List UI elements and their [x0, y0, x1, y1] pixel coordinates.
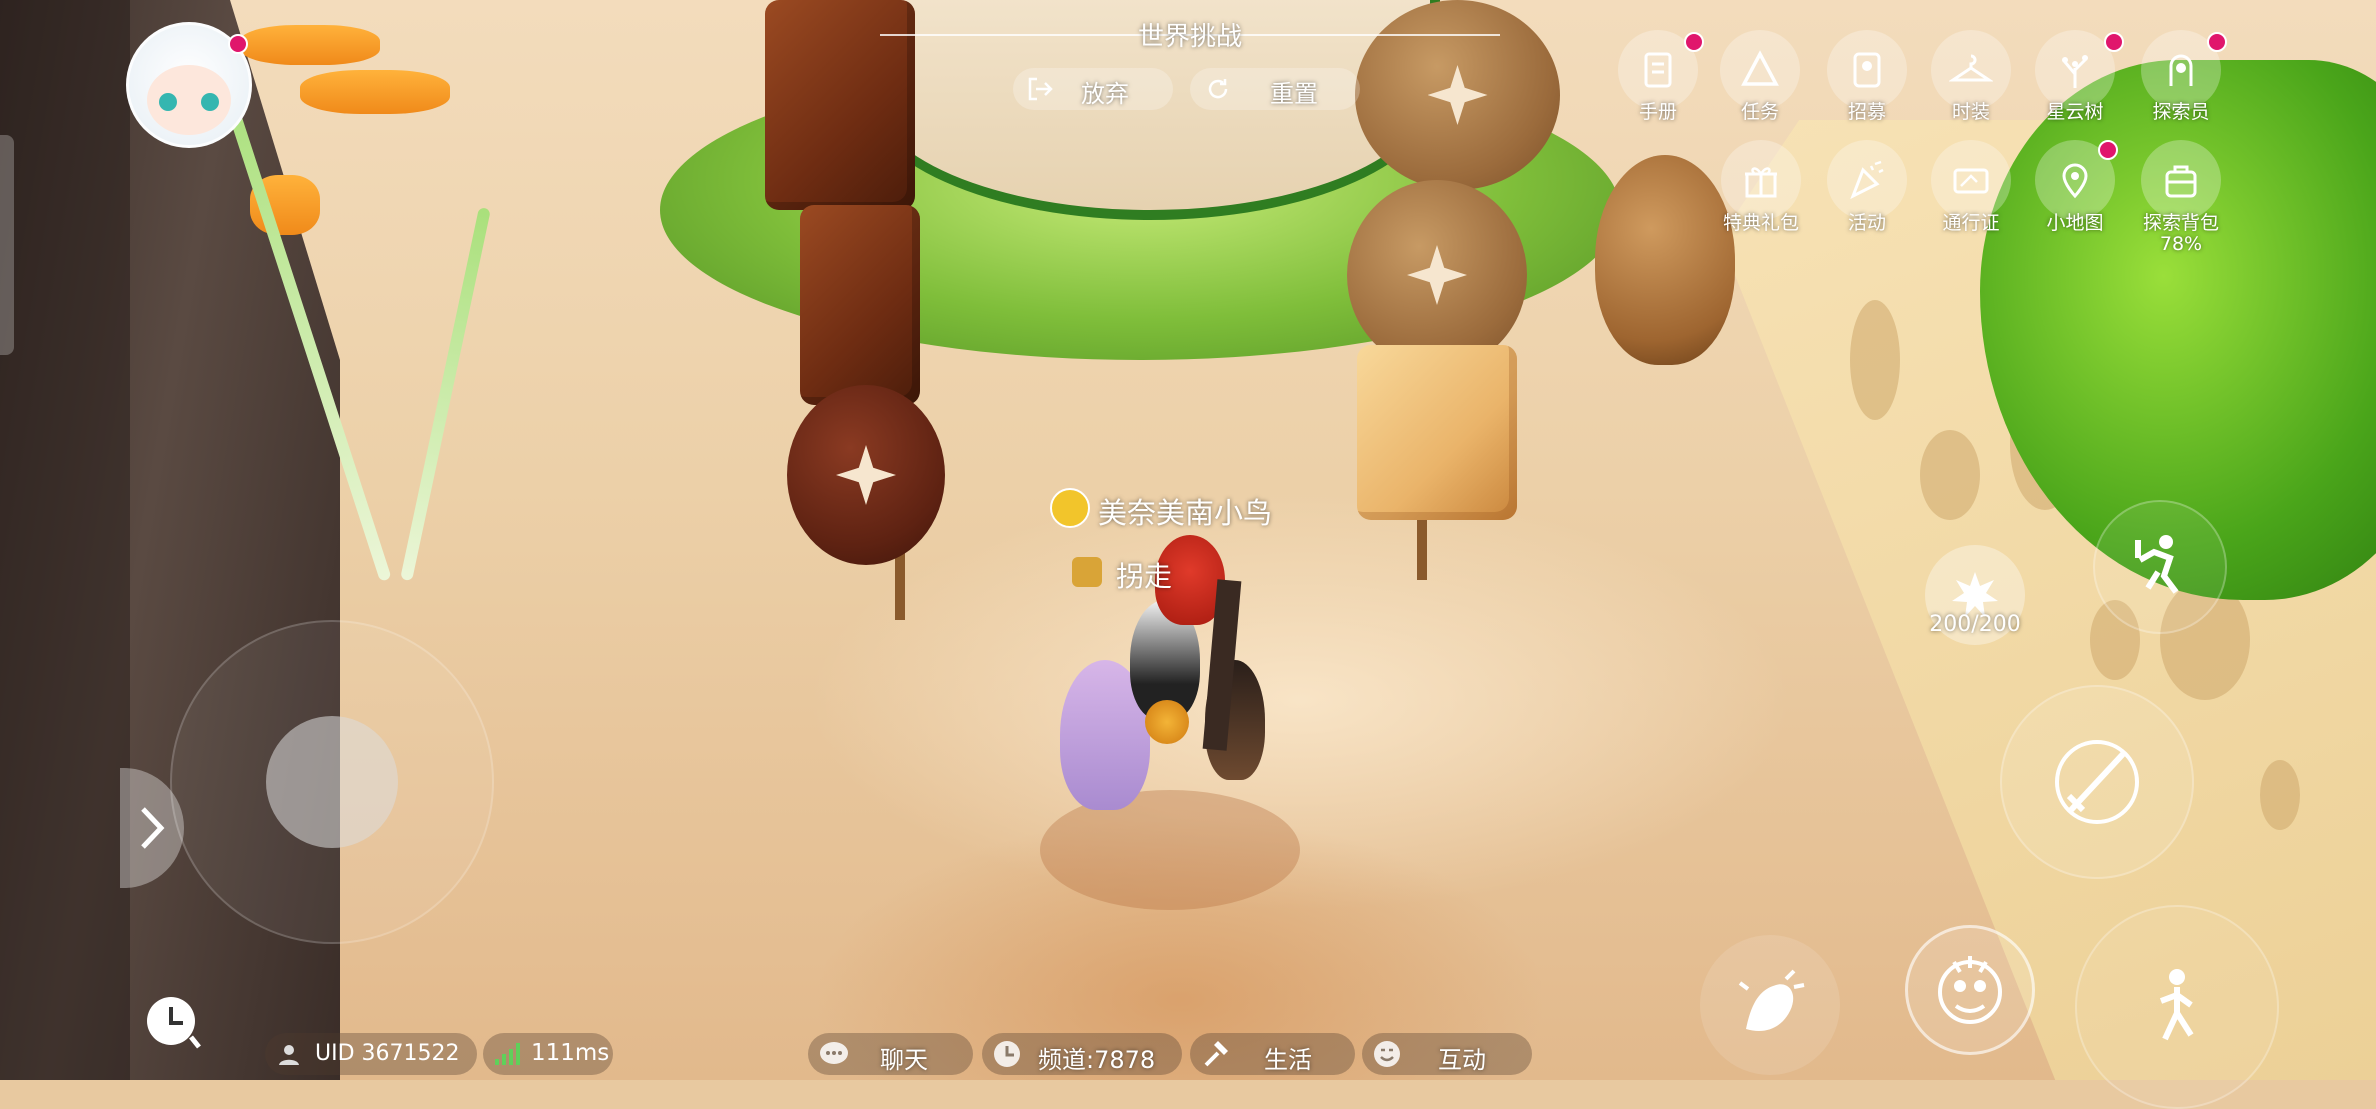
cheese-hole: [2260, 760, 2300, 830]
player-title: 拐走: [1116, 560, 1173, 593]
exit-icon: [1028, 77, 1053, 101]
chat-label: 聊天: [880, 1046, 928, 1074]
skill-button-1[interactable]: [1700, 935, 1840, 1075]
hammer-icon: [1204, 1041, 1228, 1067]
challenge-title: 世界挑战: [1137, 22, 1242, 52]
avatar-eye: [159, 93, 177, 111]
clock-icon: [994, 1041, 1020, 1067]
book-icon: [1644, 52, 1672, 88]
ping-text: 111ms: [531, 1040, 610, 1066]
side-drawer-handle[interactable]: [0, 135, 14, 355]
interact-button[interactable]: 互动: [1362, 1033, 1532, 1075]
character-shadow: [1040, 790, 1300, 910]
jump-button[interactable]: [2075, 905, 2279, 1109]
refresh-icon: [1208, 79, 1228, 99]
carrot-slice: [300, 70, 450, 114]
interact-label: 互动: [1438, 1046, 1486, 1074]
party-icon: [1850, 160, 1884, 200]
gift-button[interactable]: [1721, 140, 1801, 220]
cliff-shadow: [0, 0, 130, 1080]
abandon-label: 放弃: [1081, 80, 1129, 108]
shiitake-mushroom: [1347, 180, 1527, 370]
history-button[interactable]: [140, 990, 208, 1058]
avatar-eye: [201, 93, 219, 111]
bell-burst-icon: [1738, 969, 1805, 1031]
sword-icon: [2055, 740, 2139, 824]
cheese-hole: [1850, 300, 1900, 420]
smiley-icon: [1050, 488, 1090, 528]
channel-label: 频道:7878: [1038, 1046, 1156, 1074]
lion-mask-icon: [1938, 956, 2002, 1024]
chat-bubble-icon: [820, 1042, 848, 1064]
life-button[interactable]: 生活: [1190, 1033, 1355, 1075]
joystick-knob[interactable]: [266, 716, 398, 848]
triangle-icon: [1741, 50, 1779, 86]
handbook-badge: [1684, 32, 1704, 52]
emote-face-icon: [1374, 1041, 1400, 1067]
star-tree-badge: [2104, 32, 2124, 52]
recruit-button[interactable]: [1827, 30, 1907, 110]
avatar-badge: [228, 34, 248, 54]
pass-button[interactable]: [1931, 140, 2011, 220]
dodge-button[interactable]: [2093, 500, 2227, 634]
channel-button[interactable]: 频道:7878: [982, 1033, 1182, 1075]
portrait-icon: [2169, 54, 2193, 86]
hanger-icon: [1949, 54, 1993, 82]
scallion: [400, 207, 491, 582]
meat-cube: [800, 205, 920, 405]
backpack-capacity: 78%: [2159, 233, 2203, 255]
joystick-base[interactable]: [170, 620, 494, 944]
attack-button[interactable]: [2000, 685, 2194, 879]
uid-pill: UID 3671522: [265, 1033, 477, 1075]
chat-button[interactable]: 聊天: [808, 1033, 973, 1075]
clock-icon: [147, 997, 201, 1049]
life-label: 生活: [1264, 1046, 1312, 1074]
event-button[interactable]: [1827, 140, 1907, 220]
shiitake-mushroom: [1355, 0, 1560, 190]
signal-icon: [495, 1043, 520, 1065]
tofu-cube: [1357, 345, 1517, 520]
shiitake-mushroom: [787, 385, 945, 565]
backpack-label: 探索背包: [2142, 212, 2219, 234]
abandon-button[interactable]: 放弃: [1013, 68, 1173, 110]
backpack-icon: [2165, 165, 2197, 198]
meat-cube: [765, 0, 915, 210]
cheese-hole: [1920, 430, 1980, 520]
title-badge-icon: [1072, 557, 1102, 587]
onion: [1595, 155, 1735, 365]
skill-button-2[interactable]: [1905, 925, 2035, 1055]
reset-label: 重置: [1270, 80, 1318, 108]
player-name: 美奈美南小鸟: [1098, 496, 1273, 530]
user-icon: [279, 1045, 299, 1065]
backpack-button[interactable]: [2141, 140, 2221, 220]
skewer-stick: [1417, 510, 1427, 580]
uid-text: UID 3671522: [315, 1041, 460, 1066]
dash-figure-icon: [2135, 535, 2179, 594]
map-pin-icon: [2062, 163, 2088, 199]
fashion-button[interactable]: [1931, 30, 2011, 110]
reset-button[interactable]: 重置: [1190, 68, 1360, 110]
ping-pill: 111ms: [483, 1033, 613, 1075]
carrot-slice: [240, 25, 380, 65]
quest-button[interactable]: [1720, 30, 1800, 110]
star-tree-button[interactable]: [2035, 30, 2115, 110]
gift-icon: [1745, 167, 1777, 198]
explorer-badge: [2207, 32, 2227, 52]
pumpkin-prop: [1145, 700, 1189, 744]
ticket-icon: [1953, 168, 1989, 194]
minimap-badge: [2098, 140, 2118, 160]
chevron-right-icon: [141, 807, 165, 849]
explorer-label: 探索员: [2152, 101, 2210, 123]
jump-figure-icon: [2159, 969, 2194, 1041]
tree-icon: [2062, 55, 2088, 88]
energy-value: 200/200: [1929, 612, 2021, 637]
card-icon: [1853, 52, 1881, 88]
